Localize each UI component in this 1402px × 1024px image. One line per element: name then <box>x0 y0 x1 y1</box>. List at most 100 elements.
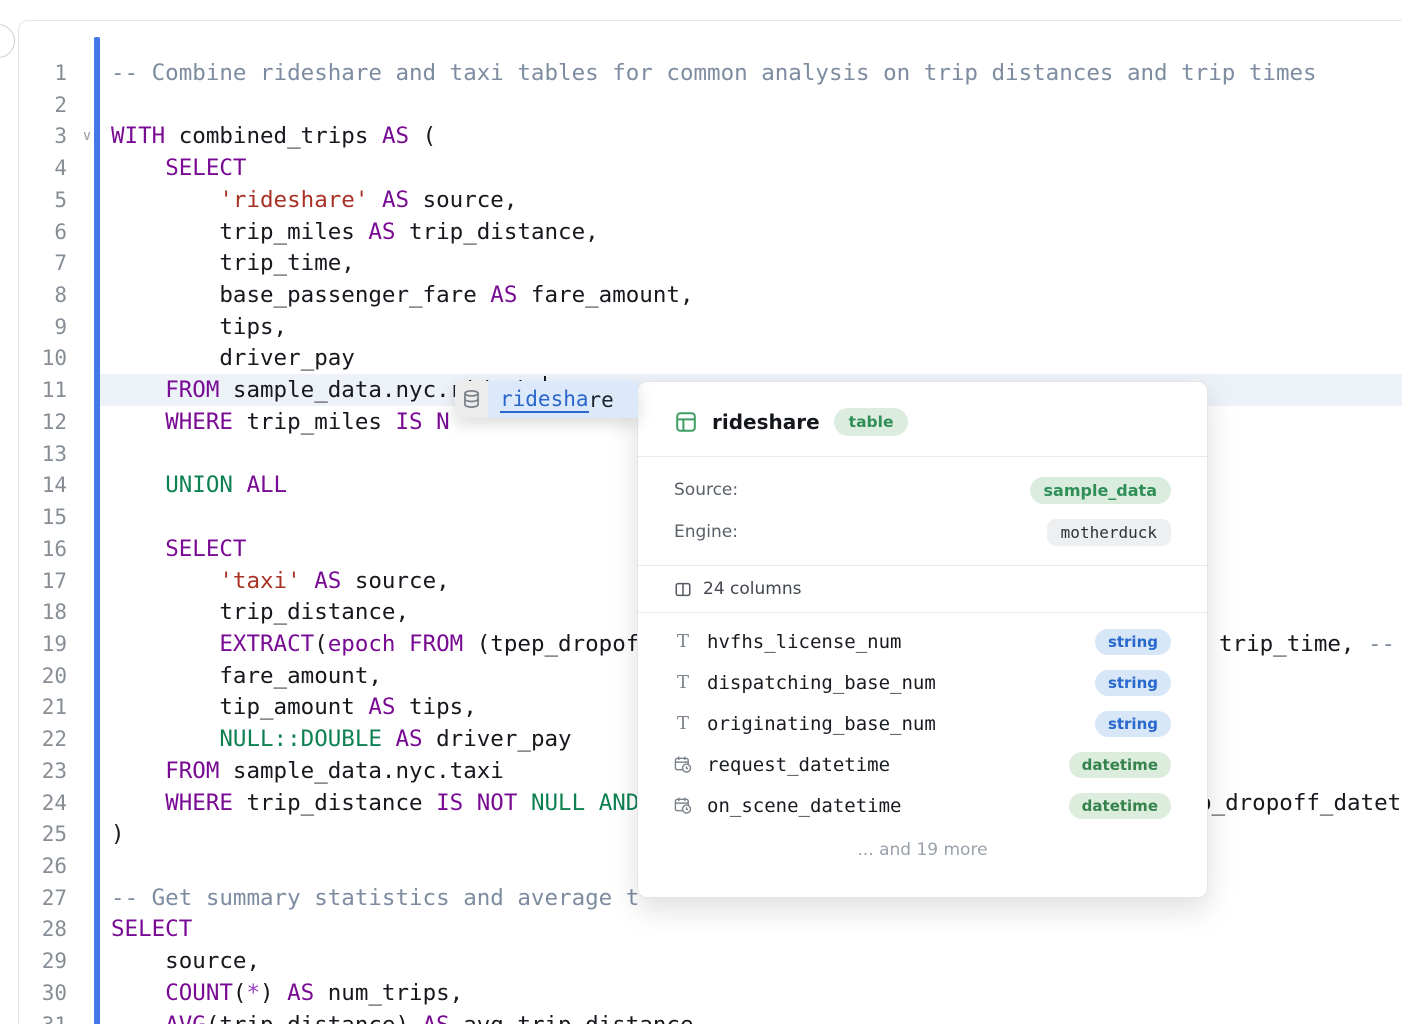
line-number: 4 <box>19 152 67 184</box>
gutter: 1234567891011121314151617181920212223242… <box>19 21 67 1024</box>
code-token <box>233 472 247 498</box>
column-name: request_datetime <box>707 754 890 776</box>
code-line-31[interactable]: AVG(trip_distance) AS avg_trip_distance, <box>111 1009 1402 1024</box>
code-token: NULL <box>531 790 585 816</box>
code-line-2[interactable] <box>111 89 1402 121</box>
line-number: 12 <box>19 406 67 438</box>
columns-count-label: 24 columns <box>703 579 801 599</box>
column-row: Thvfhs_license_num string <box>674 621 1171 662</box>
code-token: fare_amount, <box>517 282 693 308</box>
collapsed-panel-handle[interactable] <box>0 24 15 58</box>
meta-label: Source: <box>674 480 738 500</box>
code-token: avg_trip_distance, <box>450 1012 707 1024</box>
code-line-1[interactable]: -- Combine rideshare and taxi tables for… <box>111 57 1402 89</box>
text-type-icon: T <box>674 631 692 652</box>
line-number: 30 <box>19 977 67 1009</box>
code-line-8[interactable]: base_passenger_fare AS fare_amount, <box>111 279 1402 311</box>
code-token: 'taxi' <box>219 568 300 594</box>
active-region-bar <box>94 37 100 1024</box>
line-number: 2 <box>19 89 67 121</box>
line-number: 21 <box>19 691 67 723</box>
column-row: request_datetime datetime <box>674 744 1171 785</box>
code-token: sample_data.nyc.taxi <box>219 758 503 784</box>
autocomplete-rest-text: re <box>589 388 614 412</box>
line-number: 11 <box>19 374 67 406</box>
code-token: tip_amount <box>111 694 368 720</box>
line-number: 18 <box>19 596 67 628</box>
meta-row: Source:sample_data <box>674 469 1171 511</box>
autocomplete-item-rideshare[interactable]: rideshare <box>488 381 638 418</box>
code-token <box>111 155 165 181</box>
code-token: combined_trips <box>165 123 382 149</box>
meta-row: Engine:motherduck <box>674 511 1171 553</box>
line-number: 26 <box>19 850 67 882</box>
column-name: dispatching_base_num <box>707 672 936 694</box>
line-number: 29 <box>19 945 67 977</box>
autocomplete-dropdown: rideshare <box>455 381 638 418</box>
code-token: AS <box>287 980 314 1006</box>
table-info-popover: rideshare table Source:sample_dataEngine… <box>637 381 1208 898</box>
code-line-3[interactable]: WITH combined_trips AS ( <box>111 120 1402 152</box>
code-token: AS <box>382 123 409 149</box>
column-type-badge: string <box>1095 629 1171 655</box>
code-token: 'rideshare' <box>219 187 368 213</box>
code-line-10[interactable]: driver_pay <box>111 342 1402 374</box>
table-type-badge: table <box>834 408 909 436</box>
line-number: 22 <box>19 723 67 755</box>
column-type-badge: datetime <box>1069 752 1171 778</box>
code-line-9[interactable]: tips, <box>111 311 1402 343</box>
code-token: source, <box>111 948 260 974</box>
line-number: 7 <box>19 247 67 279</box>
database-icon <box>455 381 488 418</box>
code-line-4[interactable]: SELECT <box>111 152 1402 184</box>
code-token: NULL::DOUBLE <box>219 726 382 752</box>
code-line-5[interactable]: 'rideshare' AS source, <box>111 184 1402 216</box>
code-line-6[interactable]: trip_miles AS trip_distance, <box>111 216 1402 248</box>
code-token: UNION <box>165 472 233 498</box>
code-line-30[interactable]: COUNT(*) AS num_trips, <box>111 977 1402 1009</box>
code-token: IS N <box>395 409 449 435</box>
code-token: FROM <box>409 631 463 657</box>
column-row: on_scene_datetimedatetime <box>674 785 1171 826</box>
line-number: 20 <box>19 660 67 692</box>
code-token: * <box>246 980 260 1006</box>
line-number: 31 <box>19 1009 67 1024</box>
code-token-group: p_dropoff_dateti <box>1198 787 1402 819</box>
code-token: AND <box>599 790 640 816</box>
code-token <box>111 790 165 816</box>
line-number: 19 <box>19 628 67 660</box>
line-number: 10 <box>19 342 67 374</box>
autocomplete-match-text: ridesha <box>500 387 589 413</box>
code-token <box>111 726 219 752</box>
line-number: 3 <box>19 120 67 152</box>
code-token: ( <box>409 123 436 149</box>
code-token: SELECT <box>111 916 192 942</box>
code-token: tips, <box>111 314 287 340</box>
column-name: originating_base_num <box>707 713 936 735</box>
code-token <box>111 536 165 562</box>
line-number: 13 <box>19 438 67 470</box>
more-columns-label: ... and 19 more <box>638 826 1207 860</box>
column-type-badge: string <box>1095 711 1171 737</box>
code-token: trip_distance, <box>111 599 409 625</box>
code-token: ) <box>260 980 287 1006</box>
code-token: WHERE <box>165 790 233 816</box>
code-line-28[interactable]: SELECT <box>111 913 1402 945</box>
code-token: num_trips, <box>314 980 463 1006</box>
code-token <box>111 1012 165 1024</box>
code-token: FROM <box>165 758 219 784</box>
column-row: Tdispatching_base_numstring <box>674 662 1171 703</box>
popover-title: rideshare <box>712 410 820 434</box>
code-token-group: trip_time, -- <box>1219 628 1395 660</box>
code-token <box>301 568 315 594</box>
code-line-7[interactable]: trip_time, <box>111 247 1402 279</box>
code-token: WITH <box>111 123 165 149</box>
code-token <box>111 980 165 1006</box>
code-token: -- Combine rideshare and taxi tables for… <box>111 60 1317 86</box>
meta-label: Engine: <box>674 522 738 542</box>
code-line-29[interactable]: source, <box>111 945 1402 977</box>
code-token: (tpep_dropof <box>463 631 639 657</box>
popover-header: rideshare table <box>638 382 1207 456</box>
column-name: hvfhs_license_num <box>707 631 901 653</box>
columns-icon <box>674 580 692 599</box>
